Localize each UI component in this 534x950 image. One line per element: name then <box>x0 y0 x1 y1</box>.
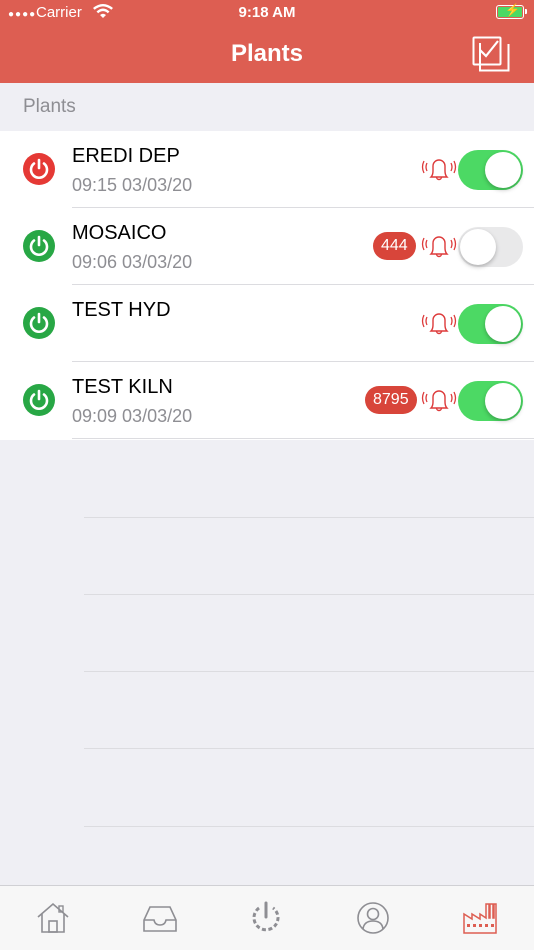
status-bar: ●●●● Carrier 9:18 AM ⚡ <box>0 0 534 26</box>
alarm-toggle[interactable] <box>458 304 523 344</box>
navigation-bar: ●●●● Carrier 9:18 AM ⚡ Plants <box>0 0 534 83</box>
plant-row-mosaico[interactable]: MOSAICO 09:06 03/03/20 444 <box>0 208 534 285</box>
alarm-bell-icon <box>421 230 457 262</box>
alarm-toggle[interactable] <box>458 227 523 267</box>
tab-plants[interactable] <box>462 900 498 936</box>
page-title: Plants <box>230 40 304 67</box>
power-loading-icon <box>252 901 280 932</box>
power-icon <box>23 384 55 416</box>
user-icon <box>357 902 389 934</box>
plant-name: EREDI DEP <box>72 145 180 167</box>
alarm-toggle[interactable] <box>458 150 523 190</box>
plant-timestamp: 09:15 03/03/20 <box>72 175 193 195</box>
multi-select-icon[interactable] <box>472 36 510 72</box>
plant-name: MOSAICO <box>72 222 167 244</box>
battery-icon: ⚡ <box>496 3 527 19</box>
empty-row-separator <box>84 594 534 595</box>
tab-profile[interactable] <box>355 900 391 936</box>
power-icon <box>23 230 55 262</box>
status-time: 9:18 AM <box>238 4 296 21</box>
empty-row-separator <box>84 671 534 672</box>
factory-icon <box>463 903 497 934</box>
plant-timestamp: 09:06 03/03/20 <box>72 252 193 272</box>
plant-row-test-kiln[interactable]: TEST KILN 09:09 03/03/20 8795 <box>0 362 534 439</box>
alarm-toggle[interactable] <box>458 381 523 421</box>
section-header: Plants <box>23 96 76 117</box>
tab-bar <box>0 885 534 950</box>
empty-row-separator <box>84 517 534 518</box>
plant-row-eredi-dep[interactable]: EREDI DEP 09:15 03/03/20 <box>0 131 534 208</box>
tab-home[interactable] <box>35 900 71 936</box>
plant-timestamp: 09:09 03/03/20 <box>72 406 193 426</box>
alarm-bell-icon <box>421 384 457 416</box>
empty-row-separator <box>84 826 534 827</box>
alarm-bell-icon <box>421 307 457 339</box>
plants-list: EREDI DEP 09:15 03/03/20 MOSAICO 09:06 0… <box>0 131 534 440</box>
power-icon <box>23 307 55 339</box>
plant-name: TEST KILN <box>72 376 173 398</box>
plant-name: TEST HYD <box>72 299 171 321</box>
empty-row-separator <box>84 748 534 749</box>
plant-row-test-hyd[interactable]: TEST HYD <box>0 285 534 362</box>
power-icon <box>23 153 55 185</box>
inbox-icon <box>143 906 177 932</box>
alarm-bell-icon <box>421 153 457 185</box>
home-icon <box>37 902 69 933</box>
tab-power[interactable] <box>248 900 284 936</box>
alarm-count-badge: 8795 <box>365 386 417 414</box>
alarm-count-badge: 444 <box>373 232 416 260</box>
tab-inbox[interactable] <box>142 900 178 936</box>
